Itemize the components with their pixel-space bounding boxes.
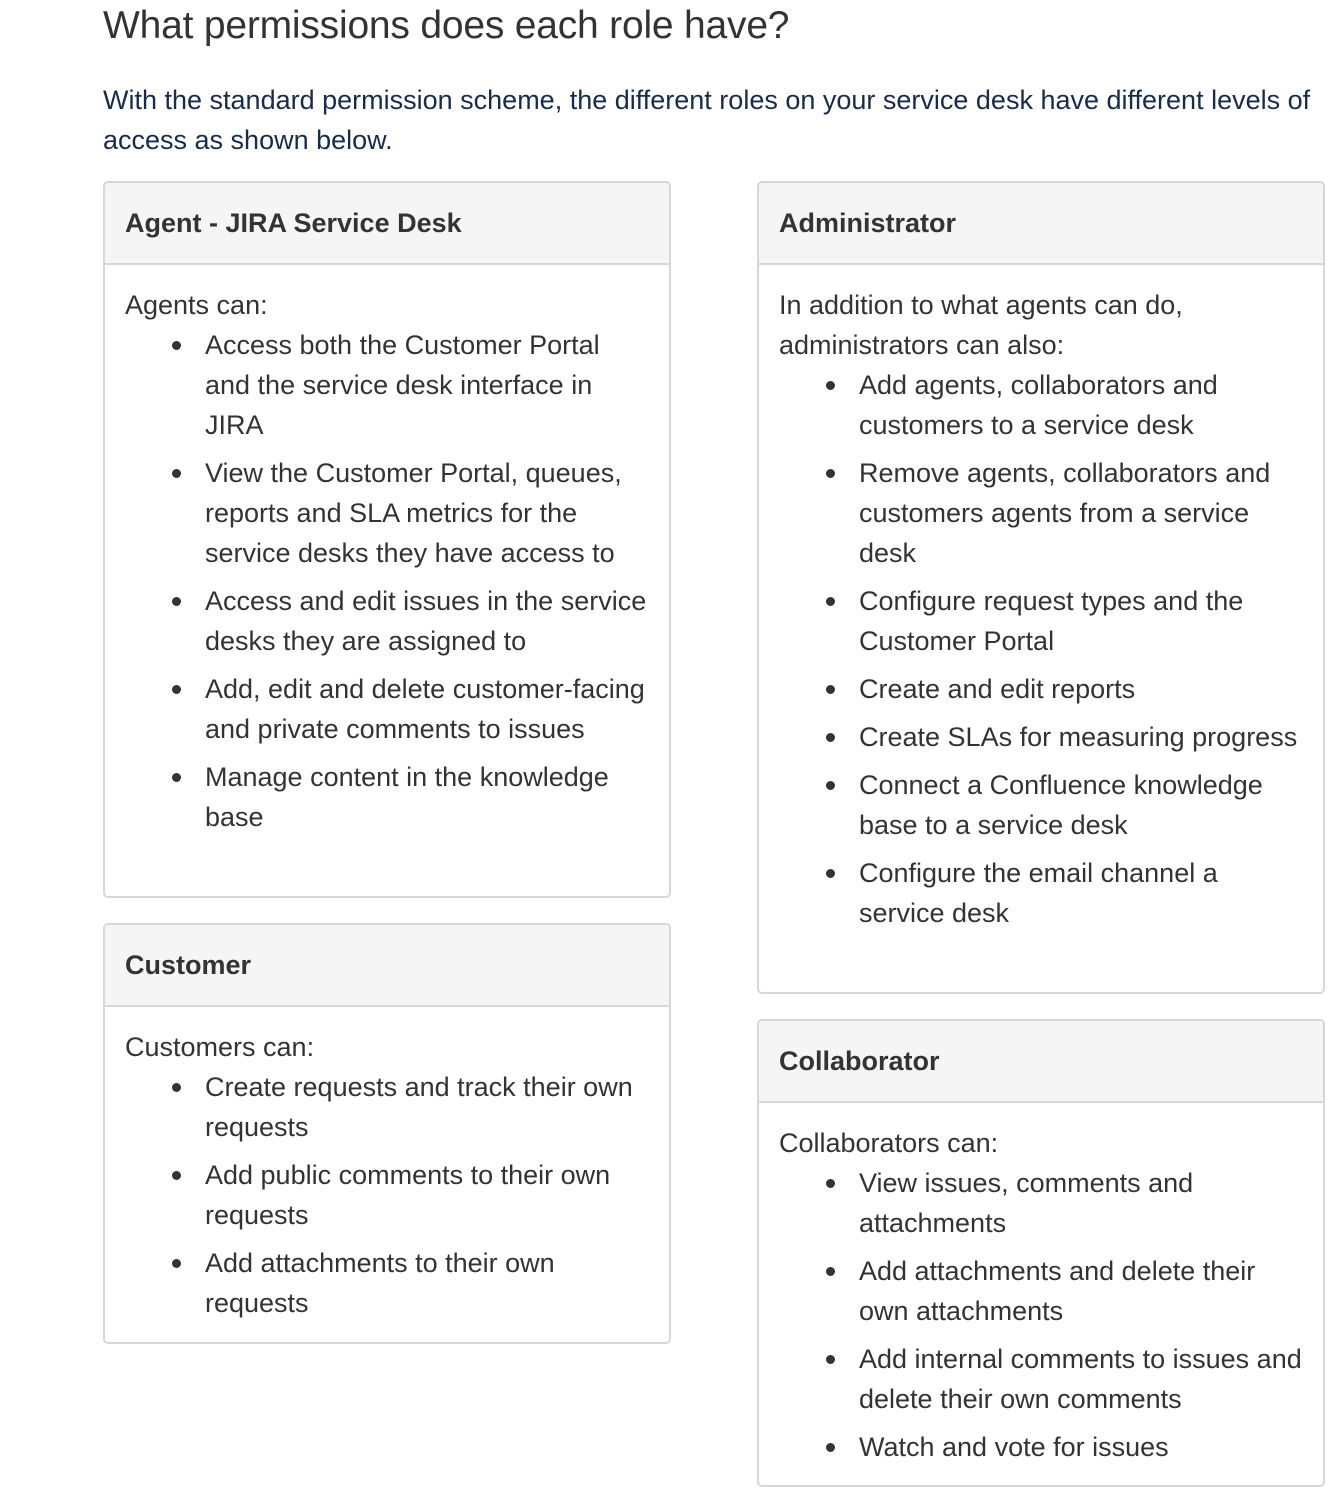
- panel-heading: Customer: [105, 925, 669, 1007]
- bullet-icon: [826, 685, 835, 694]
- list-item-text: Add agents, collaborators and customers …: [859, 370, 1218, 440]
- bullet-icon: [826, 1267, 835, 1276]
- permission-list: View issues, comments and attachments Ad…: [779, 1163, 1303, 1467]
- panel-body: In addition to what agents can do, admin…: [759, 265, 1323, 947]
- permission-list: Add agents, collaborators and customers …: [779, 365, 1303, 933]
- list-item-text: Access and edit issues in the service de…: [205, 586, 647, 656]
- bullet-icon: [826, 597, 835, 606]
- panel-body: Agents can: Access both the Customer Por…: [105, 265, 669, 851]
- list-item: Create requests and track their own requ…: [172, 1067, 649, 1147]
- bullet-icon: [172, 685, 181, 694]
- bullet-icon: [826, 781, 835, 790]
- list-item-text: Remove agents, collaborators and custome…: [859, 458, 1271, 568]
- list-item: Configure the email channel a service de…: [826, 853, 1303, 933]
- panel-heading: Collaborator: [759, 1021, 1323, 1103]
- bullet-icon: [826, 733, 835, 742]
- list-item-text: Add internal comments to issues and dele…: [859, 1344, 1302, 1414]
- list-item: Remove agents, collaborators and custome…: [826, 453, 1303, 573]
- list-item-text: Add attachments and delete their own att…: [859, 1256, 1256, 1326]
- bullet-icon: [172, 1083, 181, 1092]
- panel-title: Customer: [125, 950, 252, 980]
- list-item: Create SLAs for measuring progress: [826, 717, 1303, 757]
- list-item: Configure request types and the Customer…: [826, 581, 1303, 661]
- panel-intro: In addition to what agents can do, admin…: [779, 290, 1183, 360]
- panel-body: Customers can: Create requests and track…: [105, 1007, 669, 1337]
- bullet-icon: [826, 469, 835, 478]
- panel-title: Collaborator: [779, 1046, 940, 1076]
- list-item: Access both the Customer Portal and the …: [172, 325, 649, 445]
- panel-intro: Customers can:: [125, 1032, 315, 1062]
- list-item-text: View issues, comments and attachments: [859, 1168, 1194, 1238]
- list-item-text: Create and edit reports: [859, 674, 1136, 704]
- list-item-text: Create SLAs for measuring progress: [859, 722, 1298, 752]
- list-item: Create and edit reports: [826, 669, 1303, 709]
- bullet-icon: [172, 773, 181, 782]
- list-item-text: Add attachments to their own requests: [205, 1248, 555, 1318]
- list-item-text: Configure request types and the Customer…: [859, 586, 1244, 656]
- agent-role-panel: Agent - JIRA Service Desk Agents can: Ac…: [103, 181, 671, 898]
- list-item: Watch and vote for issues: [826, 1427, 1303, 1467]
- list-item: Manage content in the knowledge base: [172, 757, 649, 837]
- intro-paragraph: With the standard permission scheme, the…: [103, 85, 1311, 155]
- bullet-icon: [172, 1171, 181, 1180]
- bullet-icon: [826, 381, 835, 390]
- customer-role-panel: Customer Customers can: Create requests …: [103, 923, 671, 1344]
- panel-body: Collaborators can: View issues, comments…: [759, 1103, 1323, 1481]
- list-item: View the Customer Portal, queues, report…: [172, 453, 649, 573]
- list-item-text: Access both the Customer Portal and the …: [205, 330, 600, 440]
- list-item: Add internal comments to issues and dele…: [826, 1339, 1303, 1419]
- list-item: Connect a Confluence knowledge base to a…: [826, 765, 1303, 845]
- list-item: Add, edit and delete customer-facing and…: [172, 669, 649, 749]
- bullet-icon: [172, 597, 181, 606]
- bullet-icon: [172, 1259, 181, 1268]
- bullet-icon: [826, 1179, 835, 1188]
- list-item: Add attachments and delete their own att…: [826, 1251, 1303, 1331]
- panel-heading: Administrator: [759, 183, 1323, 265]
- list-item: View issues, comments and attachments: [826, 1163, 1303, 1243]
- list-item: Access and edit issues in the service de…: [172, 581, 649, 661]
- bullet-icon: [826, 869, 835, 878]
- list-item-text: Create requests and track their own requ…: [205, 1072, 633, 1142]
- permission-list: Create requests and track their own requ…: [125, 1067, 649, 1323]
- bullet-icon: [172, 469, 181, 478]
- list-item-text: Connect a Confluence knowledge base to a…: [859, 770, 1263, 840]
- permission-list: Access both the Customer Portal and the …: [125, 325, 649, 837]
- bullet-icon: [172, 341, 181, 350]
- list-item-text: Add public comments to their own request…: [205, 1160, 611, 1230]
- panel-intro: Collaborators can:: [779, 1128, 999, 1158]
- list-item-text: Add, edit and delete customer-facing and…: [205, 674, 645, 744]
- panel-title: Administrator: [779, 208, 957, 238]
- bullet-icon: [826, 1443, 835, 1452]
- panel-intro: Agents can:: [125, 290, 268, 320]
- list-item: Add public comments to their own request…: [172, 1155, 649, 1235]
- panel-title: Agent - JIRA Service Desk: [125, 208, 462, 238]
- page-title: What permissions does each role have?: [103, 4, 790, 47]
- list-item-text: View the Customer Portal, queues, report…: [205, 458, 622, 568]
- panel-heading: Agent - JIRA Service Desk: [105, 183, 669, 265]
- administrator-role-panel: Administrator In addition to what agents…: [757, 181, 1325, 994]
- bullet-icon: [826, 1355, 835, 1364]
- collaborator-role-panel: Collaborator Collaborators can: View iss…: [757, 1019, 1325, 1487]
- list-item-text: Manage content in the knowledge base: [205, 762, 609, 832]
- list-item-text: Configure the email channel a service de…: [859, 858, 1218, 928]
- list-item: Add agents, collaborators and customers …: [826, 365, 1303, 445]
- list-item-text: Watch and vote for issues: [859, 1432, 1169, 1462]
- list-item: Add attachments to their own requests: [172, 1243, 649, 1323]
